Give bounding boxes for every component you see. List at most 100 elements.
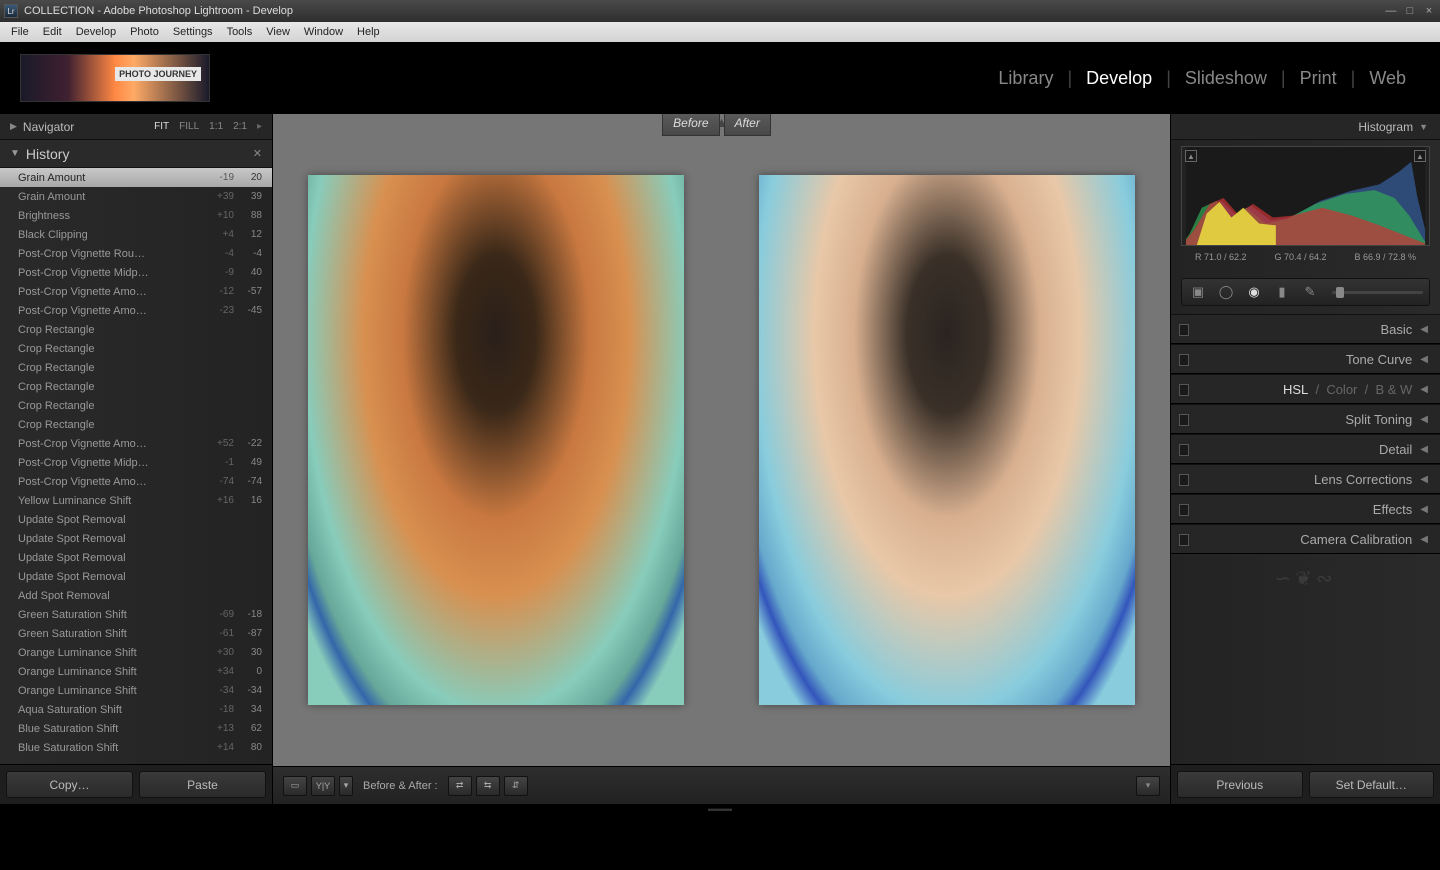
bw-tab[interactable]: B & W: [1375, 382, 1412, 397]
menu-file[interactable]: File: [4, 26, 36, 38]
history-item[interactable]: Update Spot Removal: [0, 529, 272, 548]
copy-before-to-after-button[interactable]: ⇄: [448, 776, 472, 796]
loupe-view-button[interactable]: ▭: [283, 776, 307, 796]
before-image[interactable]: [273, 114, 720, 766]
history-item[interactable]: Post-Crop Vignette Midp…-940: [0, 263, 272, 282]
menu-develop[interactable]: Develop: [69, 26, 123, 38]
before-after-yy-button[interactable]: Y|Y: [311, 776, 335, 796]
history-item[interactable]: Brightness+1088: [0, 206, 272, 225]
panel-switch-icon[interactable]: [1179, 354, 1189, 366]
tool-slider[interactable]: [1332, 291, 1423, 294]
history-item[interactable]: Grain Amount-1920: [0, 168, 272, 187]
menu-window[interactable]: Window: [297, 26, 350, 38]
color-tab[interactable]: Color: [1326, 382, 1357, 397]
history-item[interactable]: Update Spot Removal: [0, 567, 272, 586]
swap-before-after-button[interactable]: ⇵: [504, 776, 528, 796]
set-default-button[interactable]: Set Default…: [1309, 771, 1435, 798]
history-item[interactable]: Orange Luminance Shift+340: [0, 662, 272, 681]
history-item[interactable]: Crop Rectangle: [0, 396, 272, 415]
history-item[interactable]: Post-Crop Vignette Amo…-12-57: [0, 282, 272, 301]
paste-button[interactable]: Paste: [139, 771, 266, 798]
previous-button[interactable]: Previous: [1177, 771, 1303, 798]
history-item[interactable]: Blue Saturation Shift+1362: [0, 719, 272, 738]
redeye-tool-icon[interactable]: ◉: [1244, 282, 1264, 302]
menu-view[interactable]: View: [259, 26, 297, 38]
spot-removal-tool-icon[interactable]: ◯: [1216, 282, 1236, 302]
develop-panel-tone[interactable]: Tone Curve◀: [1171, 344, 1440, 374]
shadow-clipping-icon[interactable]: ▲: [1185, 150, 1197, 162]
history-item[interactable]: Crop Rectangle: [0, 320, 272, 339]
history-item[interactable]: Post-Crop Vignette Amo…-74-74: [0, 472, 272, 491]
after-image[interactable]: [724, 114, 1171, 766]
history-item[interactable]: Add Spot Removal: [0, 586, 272, 605]
highlight-clipping-icon[interactable]: ▲: [1414, 150, 1426, 162]
navigator-zoom-modes: FIT FILL 1:1 2:1 ▸: [154, 121, 262, 132]
hsl-tab[interactable]: HSL: [1283, 382, 1308, 397]
graduated-filter-tool-icon[interactable]: ▮: [1272, 282, 1292, 302]
histogram-display[interactable]: ▲ ▲: [1181, 146, 1430, 246]
history-item[interactable]: Blue Saturation Shift+1480: [0, 738, 272, 757]
module-slideshow[interactable]: Slideshow: [1171, 68, 1281, 89]
develop-panel-split[interactable]: Split Toning◀: [1171, 404, 1440, 434]
history-item[interactable]: Grain Amount+3939: [0, 187, 272, 206]
before-after-dropdown-icon[interactable]: ▾: [339, 776, 353, 796]
menu-settings[interactable]: Settings: [166, 26, 220, 38]
toolbar-options-dropdown[interactable]: ▾: [1136, 776, 1160, 796]
history-item[interactable]: Update Spot Removal: [0, 548, 272, 567]
menu-help[interactable]: Help: [350, 26, 387, 38]
history-item[interactable]: Post-Crop Vignette Rou…-4-4: [0, 244, 272, 263]
history-item[interactable]: Crop Rectangle: [0, 339, 272, 358]
panel-switch-icon[interactable]: [1179, 384, 1189, 396]
panel-switch-icon[interactable]: [1179, 324, 1189, 336]
copy-button[interactable]: Copy…: [6, 771, 133, 798]
zoom-1-1[interactable]: 1:1: [209, 121, 223, 132]
adjustment-brush-tool-icon[interactable]: ✎: [1300, 282, 1320, 302]
develop-panel-detail[interactable]: Detail◀: [1171, 434, 1440, 464]
zoom-2-1[interactable]: 2:1: [233, 121, 247, 132]
panel-switch-icon[interactable]: [1179, 534, 1189, 546]
zoom-fill[interactable]: FILL: [179, 121, 199, 132]
panel-switch-icon[interactable]: [1179, 444, 1189, 456]
history-item[interactable]: Crop Rectangle: [0, 415, 272, 434]
zoom-fit[interactable]: FIT: [154, 121, 169, 132]
minimize-button[interactable]: —: [1384, 5, 1398, 17]
history-item[interactable]: Yellow Luminance Shift+1616: [0, 491, 272, 510]
history-item[interactable]: Crop Rectangle: [0, 358, 272, 377]
history-item[interactable]: Black Clipping+412: [0, 225, 272, 244]
develop-panel-lens[interactable]: Lens Corrections◀: [1171, 464, 1440, 494]
history-item[interactable]: Crop Rectangle: [0, 377, 272, 396]
develop-panel-effects[interactable]: Effects◀: [1171, 494, 1440, 524]
module-develop[interactable]: Develop: [1072, 68, 1166, 89]
develop-panel-basic[interactable]: Basic◀: [1171, 314, 1440, 344]
module-print[interactable]: Print: [1286, 68, 1351, 89]
navigator-header[interactable]: ▶ Navigator FITFILL1:12:1▸: [0, 114, 272, 140]
history-item[interactable]: Aqua Saturation Shift-1834: [0, 700, 272, 719]
filmstrip-toggle-handle[interactable]: ▬▬▬: [0, 804, 1440, 814]
history-item[interactable]: Post-Crop Vignette Amo…+52-22: [0, 434, 272, 453]
develop-panel-camera[interactable]: Camera Calibration◀: [1171, 524, 1440, 554]
maximize-button[interactable]: □: [1403, 5, 1417, 17]
menu-photo[interactable]: Photo: [123, 26, 166, 38]
menu-edit[interactable]: Edit: [36, 26, 69, 38]
crop-tool-icon[interactable]: ▣: [1188, 282, 1208, 302]
history-item[interactable]: Post-Crop Vignette Midp…-149: [0, 453, 272, 472]
history-item[interactable]: Green Saturation Shift-69-18: [0, 605, 272, 624]
histogram-header[interactable]: Histogram ▼: [1171, 114, 1440, 140]
menu-tools[interactable]: Tools: [220, 26, 260, 38]
panel-switch-icon[interactable]: [1179, 474, 1189, 486]
zoom-more-icon[interactable]: ▸: [257, 121, 262, 132]
panel-switch-icon[interactable]: [1179, 414, 1189, 426]
history-item[interactable]: Green Saturation Shift-61-87: [0, 624, 272, 643]
copy-after-to-before-button[interactable]: ⇆: [476, 776, 500, 796]
history-item[interactable]: Update Spot Removal: [0, 510, 272, 529]
history-item[interactable]: Orange Luminance Shift-34-34: [0, 681, 272, 700]
history-item[interactable]: Post-Crop Vignette Amo…-23-45: [0, 301, 272, 320]
history-clear-icon[interactable]: ✕: [253, 147, 262, 160]
history-item[interactable]: Orange Luminance Shift+3030: [0, 643, 272, 662]
close-button[interactable]: ×: [1422, 5, 1436, 17]
panel-switch-icon[interactable]: [1179, 504, 1189, 516]
module-web[interactable]: Web: [1355, 68, 1420, 89]
module-library[interactable]: Library: [984, 68, 1067, 89]
history-header[interactable]: ▼ History ✕: [0, 140, 272, 168]
develop-panel-hsl[interactable]: HSL / Color / B & W◀: [1171, 374, 1440, 404]
